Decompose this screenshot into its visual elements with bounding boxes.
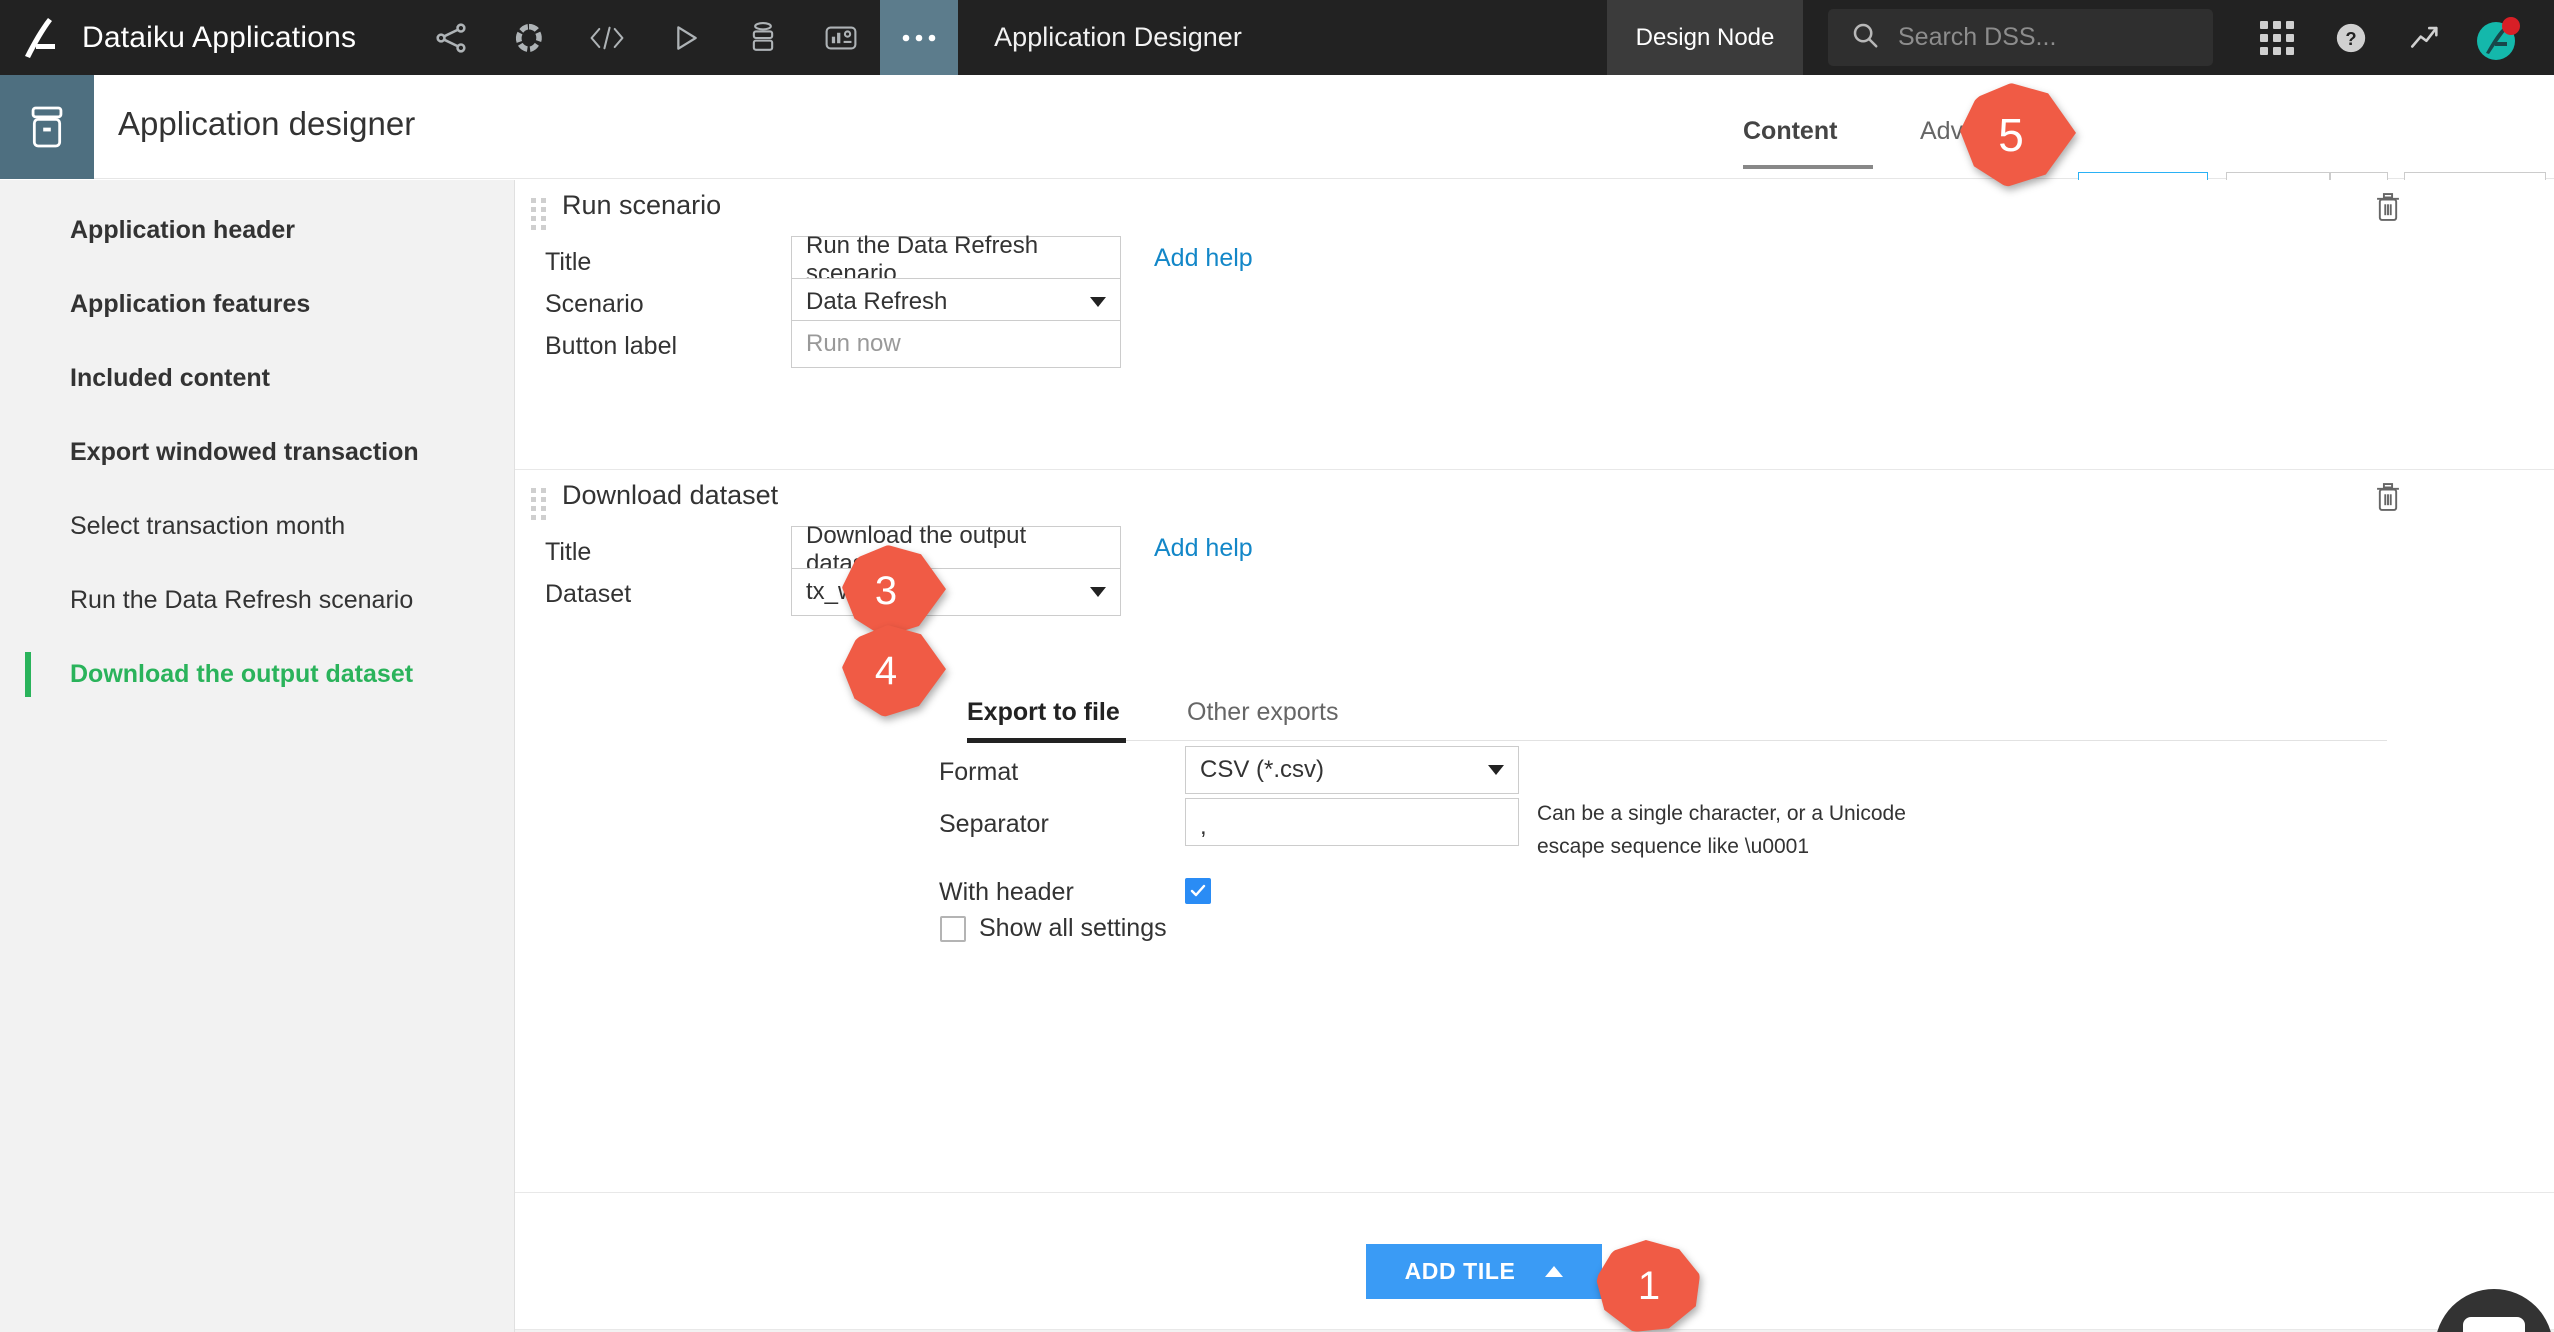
sidebar-item-select-transaction-month[interactable]: Select transaction month: [0, 504, 514, 549]
top-nav-right-group: ?: [2240, 0, 2536, 75]
avatar[interactable]: [2462, 0, 2536, 75]
chevron-down-icon: [1488, 765, 1504, 775]
main-content: Run scenario Title Run the Data Refresh …: [515, 180, 2554, 1332]
sidebar-item-included-content[interactable]: Included content: [0, 356, 514, 401]
show-all-settings-checkbox[interactable]: [940, 916, 966, 942]
search-placeholder: Search DSS...: [1898, 23, 2056, 52]
format-select-value: CSV (*.csv): [1200, 756, 1324, 784]
tile-run-scenario: Run scenario Title Run the Data Refresh …: [515, 180, 2554, 470]
tile-title: Download dataset: [562, 480, 778, 511]
field-label-title: Title: [545, 538, 591, 567]
search-input[interactable]: Search DSS...: [1828, 9, 2213, 66]
field-label-scenario: Scenario: [545, 290, 644, 319]
callout-3: 3: [842, 545, 946, 637]
lab-icon[interactable]: [490, 0, 568, 75]
tab-content-underline: [1743, 165, 1873, 169]
trending-arrow-icon[interactable]: [2388, 0, 2462, 75]
callout-4: 4: [842, 625, 946, 717]
show-all-settings-label: Show all settings: [979, 914, 1167, 943]
brand-title: Dataiku Applications: [82, 21, 356, 55]
code-icon[interactable]: [568, 0, 646, 75]
add-tile-button[interactable]: ADD TILE: [1366, 1244, 1602, 1299]
run-button-label-input[interactable]: Run now: [791, 320, 1121, 368]
svg-text:?: ?: [2345, 28, 2356, 49]
field-label-button: Button label: [545, 332, 677, 361]
sidebar-item-application-features[interactable]: Application features: [0, 282, 514, 327]
field-label-format: Format: [939, 758, 1018, 787]
add-help-link[interactable]: Add help: [1154, 534, 1253, 563]
chevron-down-icon: [1090, 297, 1106, 307]
field-label-title: Title: [545, 248, 591, 277]
play-icon[interactable]: [646, 0, 724, 75]
page-title: Application designer: [118, 105, 415, 143]
flow-icon[interactable]: [412, 0, 490, 75]
field-label-dataset: Dataset: [545, 580, 631, 609]
chat-bubble-icon: [2463, 1317, 2525, 1332]
run-scenario-select[interactable]: Data Refresh: [791, 278, 1121, 326]
tile-title: Run scenario: [562, 190, 721, 221]
separator-input[interactable]: ,: [1185, 798, 1519, 846]
drag-handle-icon[interactable]: [531, 488, 546, 520]
jobs-icon[interactable]: [724, 0, 802, 75]
subtab-export-to-file[interactable]: Export to file: [967, 698, 1120, 727]
sidebar-item-export-windowed-transaction[interactable]: Export windowed transaction: [0, 430, 514, 475]
sidebar-item-run-data-refresh-scenario[interactable]: Run the Data Refresh scenario: [0, 578, 514, 623]
help-circle-icon[interactable]: ?: [2314, 0, 2388, 75]
page-subheader: Application designer Content Advanced SA…: [0, 75, 2554, 179]
callout-3-number: 3: [875, 571, 897, 611]
trash-icon[interactable]: [2374, 192, 2402, 227]
add-help-link[interactable]: Add help: [1154, 244, 1253, 273]
dataiku-bird-logo-icon[interactable]: [0, 0, 78, 75]
field-label-separator: Separator: [939, 810, 1049, 839]
callout-5: 5: [1960, 83, 2076, 187]
more-ellipsis-icon[interactable]: [880, 0, 958, 75]
run-scenario-select-value: Data Refresh: [806, 288, 947, 316]
callout-5-number: 5: [1998, 112, 2024, 158]
subtab-active-underline: [967, 738, 1126, 743]
application-box-icon: [0, 75, 94, 179]
design-node-badge[interactable]: Design Node: [1607, 0, 1803, 75]
search-icon: [1850, 20, 1880, 55]
sidebar-item-application-header[interactable]: Application header: [0, 208, 514, 253]
callout-1: 1: [1596, 1240, 1700, 1332]
format-select[interactable]: CSV (*.csv): [1185, 746, 1519, 794]
callout-1-number: 1: [1638, 1266, 1660, 1306]
left-sidebar: Application header Application features …: [0, 180, 515, 1332]
subtab-other-exports[interactable]: Other exports: [1187, 698, 1338, 727]
separator-hint: Can be a single character, or a Unicode …: [1537, 798, 1967, 863]
callout-4-number: 4: [875, 651, 897, 691]
apps-grid-icon[interactable]: [2240, 0, 2314, 75]
download-dataset-select[interactable]: tx_windows: [791, 568, 1121, 616]
trash-icon[interactable]: [2374, 482, 2402, 517]
subtab-divider: [967, 740, 2387, 741]
tab-content[interactable]: Content: [1743, 117, 1837, 146]
section-label: Application Designer: [994, 22, 1242, 53]
field-label-with-header: With header: [939, 878, 1074, 907]
run-title-input[interactable]: Run the Data Refresh scenario: [791, 236, 1121, 284]
dashboard-icon[interactable]: [802, 0, 880, 75]
tile-download-dataset: Download dataset Title Download the outp…: [515, 470, 2554, 1193]
with-header-checkbox[interactable]: [1185, 878, 1211, 904]
add-tile-label: ADD TILE: [1405, 1258, 1516, 1285]
sidebar-item-download-the-output-dataset[interactable]: Download the output dataset: [0, 652, 514, 697]
download-title-input[interactable]: Download the output dataset: [791, 526, 1121, 574]
top-nav-icon-group: [412, 0, 958, 75]
chevron-down-icon: [1090, 587, 1106, 597]
chevron-up-icon: [1545, 1266, 1563, 1277]
drag-handle-icon[interactable]: [531, 198, 546, 230]
